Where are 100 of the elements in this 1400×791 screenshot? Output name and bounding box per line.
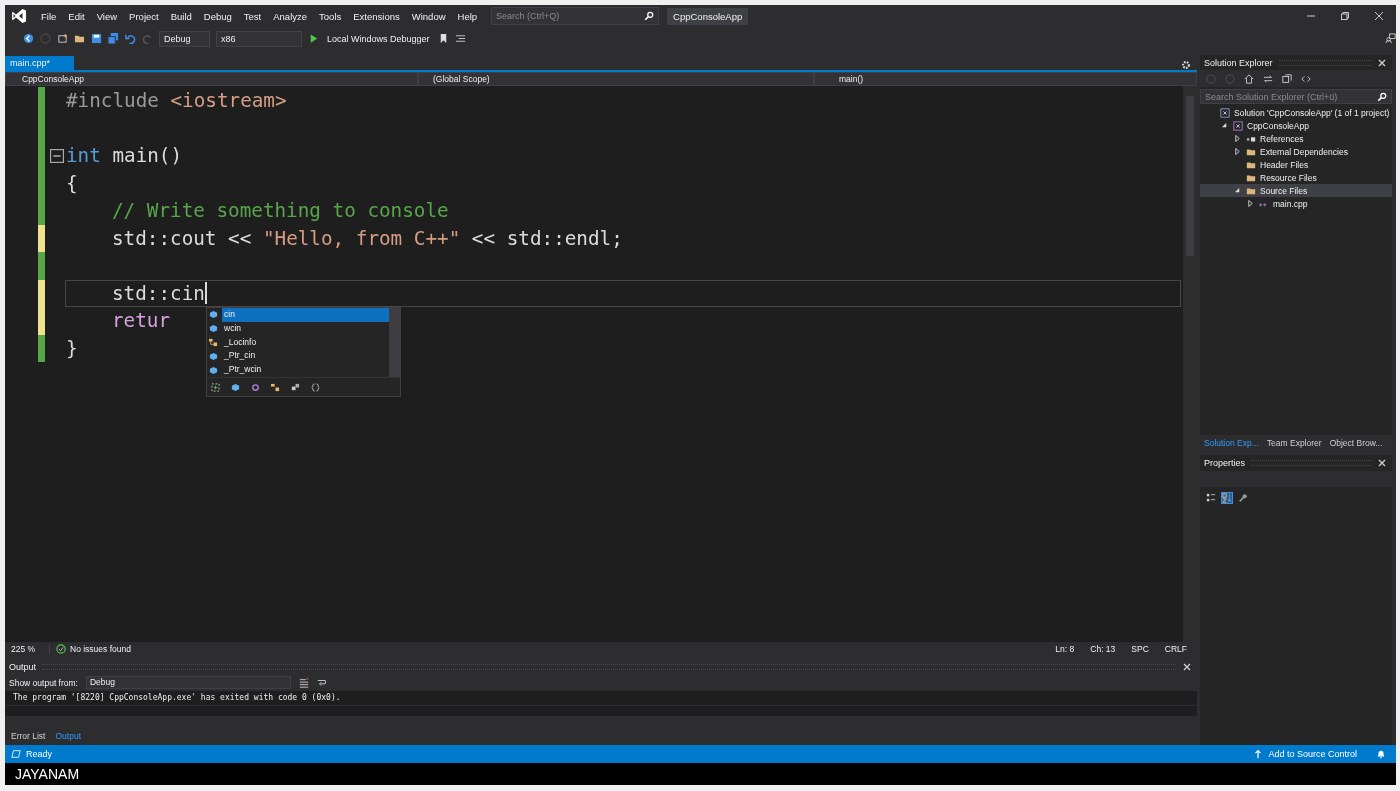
issues-status[interactable]: No issues found	[70, 643, 131, 654]
collapse-icon[interactable]	[50, 148, 64, 163]
completion-item[interactable]: wcin	[207, 321, 389, 336]
panel-tab[interactable]: Error List	[9, 730, 48, 742]
completion-item[interactable]: _Locinfo	[207, 335, 389, 350]
panel-tab[interactable]: Output	[53, 730, 83, 742]
menu-item[interactable]: Debug	[197, 10, 238, 22]
word-wrap-icon[interactable]	[317, 677, 327, 688]
search-field[interactable]: Search Solution Explorer (Ctrl+ü)	[1200, 89, 1392, 104]
search-icon	[1377, 91, 1387, 102]
categorized-icon[interactable]	[1206, 493, 1216, 503]
indent-status[interactable]: SPC	[1131, 643, 1149, 654]
class-icon[interactable]	[271, 383, 280, 392]
menu-item[interactable]: View	[90, 10, 124, 22]
panel-title: Solution Explorer	[1204, 57, 1273, 68]
panel-tab[interactable]: Solution Exp...	[1202, 437, 1261, 449]
tree-item[interactable]: References	[1200, 132, 1392, 145]
filter-icon[interactable]	[211, 383, 220, 392]
feedback-icon[interactable]	[1385, 33, 1396, 44]
column-status: Ch: 13	[1090, 643, 1116, 654]
completion-item[interactable]: _Ptr_wcin	[207, 363, 389, 377]
close-icon[interactable]	[1377, 457, 1387, 468]
tree-item[interactable]: External Dependencies	[1200, 145, 1392, 158]
scope-dropdown[interactable]: (Global Scope)	[418, 72, 814, 86]
output-text: The program '[8220] CppConsoleApp.exe' has exited with code 0 (0x0).	[5, 691, 1197, 705]
menu-item[interactable]: Analyze	[267, 10, 314, 22]
clear-all-icon[interactable]	[299, 677, 309, 688]
restore-icon[interactable]	[1340, 11, 1350, 21]
menu-item[interactable]: Edit	[62, 10, 91, 22]
tree-item[interactable]: Resource Files	[1200, 171, 1392, 184]
undo-icon[interactable]	[125, 33, 136, 44]
completion-item[interactable]: _Ptr_cin	[207, 349, 389, 364]
scrollbar[interactable]	[389, 308, 400, 377]
close-icon[interactable]	[1374, 11, 1384, 21]
horizontal-scrollbar[interactable]	[5, 705, 1197, 716]
configuration-dropdown[interactable]: Debug	[159, 30, 210, 47]
vertical-scrollbar[interactable]	[1183, 86, 1197, 642]
panel-tab[interactable]: Object Brow...	[1327, 437, 1385, 449]
collapse-all-icon[interactable]	[1282, 73, 1292, 84]
source-control-button[interactable]: Add to Source Control	[1268, 749, 1357, 759]
namespace-icon[interactable]	[291, 383, 300, 392]
text-cursor	[204, 282, 207, 305]
start-debugging-button[interactable]: Local Windows Debugger	[325, 33, 432, 44]
close-icon[interactable]	[1182, 661, 1192, 672]
line-ending-status[interactable]: CRLF	[1164, 643, 1187, 654]
code-icon[interactable]	[1301, 73, 1311, 84]
sort-alphabetical-icon[interactable]	[1222, 493, 1232, 503]
menu-item[interactable]: Build	[164, 10, 198, 22]
member-dropdown[interactable]: main()	[814, 72, 1197, 86]
expanded-icon[interactable]	[1221, 122, 1228, 129]
braces-icon[interactable]	[311, 383, 320, 392]
collapsed-icon[interactable]	[1234, 135, 1241, 142]
close-icon[interactable]	[1377, 57, 1387, 68]
wrench-icon[interactable]	[1238, 493, 1248, 503]
save-icon[interactable]	[91, 33, 102, 44]
tree-item[interactable]: Solution 'CppConsoleApp' (1 of 1 project)	[1200, 106, 1392, 119]
code-line: std::cin	[111, 281, 205, 305]
status-text: Ready	[26, 749, 52, 759]
collapsed-icon[interactable]	[1247, 200, 1254, 207]
menu-item[interactable]: Test	[237, 10, 268, 22]
app-logo-icon	[11, 8, 27, 24]
settings-icon[interactable]	[1181, 60, 1191, 70]
tree-item[interactable]: Source Files	[1200, 184, 1392, 197]
sync-icon[interactable]	[1263, 73, 1273, 84]
project-dropdown[interactable]: CppConsoleApp	[5, 72, 418, 86]
menu-item[interactable]: File	[35, 10, 63, 22]
save-all-icon[interactable]	[108, 33, 119, 44]
class-icon	[209, 338, 218, 347]
tree-item[interactable]: main.cpp	[1200, 197, 1392, 210]
home-icon[interactable]	[1244, 73, 1254, 84]
tree-item[interactable]: Header Files	[1200, 158, 1392, 171]
gear-icon[interactable]	[251, 383, 260, 392]
menu-item[interactable]: Help	[451, 10, 484, 22]
play-icon	[308, 33, 319, 44]
menu-item[interactable]: Extensions	[347, 10, 406, 22]
panel-title: Output	[9, 661, 37, 672]
code-line: std::cout << "Hello, from C++" << std::endl;	[111, 226, 623, 250]
tree-item[interactable]: CppConsoleApp	[1200, 119, 1392, 132]
code-line: #include <iostream>	[66, 89, 287, 113]
platform-dropdown[interactable]: x86	[216, 30, 302, 47]
editor-tab[interactable]: main.cpp*	[5, 56, 75, 70]
back-icon[interactable]	[23, 33, 34, 44]
new-project-icon[interactable]	[57, 33, 68, 44]
search-field[interactable]: Search (Ctrl+Q)	[491, 7, 660, 25]
panel-tab[interactable]: Team Explorer	[1264, 437, 1324, 449]
open-folder-icon[interactable]	[74, 33, 85, 44]
project-icon	[1220, 107, 1230, 118]
menu-item[interactable]: Window	[405, 10, 452, 22]
expanded-icon[interactable]	[1234, 187, 1241, 194]
zoom-dropdown[interactable]: 225 %	[11, 643, 50, 654]
output-source-dropdown[interactable]: Debug	[86, 676, 291, 689]
collapsed-icon[interactable]	[1234, 148, 1241, 155]
menu-item[interactable]: Tools	[313, 10, 348, 22]
comment-icon[interactable]	[454, 33, 466, 44]
bell-icon[interactable]	[1376, 749, 1386, 759]
cube-icon[interactable]	[231, 383, 240, 392]
menu-item[interactable]: Project	[123, 10, 165, 22]
taskbar-label: JAYANAM	[15, 766, 80, 782]
code-line: // Write something to console	[111, 199, 449, 223]
code-line: int main()	[66, 144, 183, 168]
